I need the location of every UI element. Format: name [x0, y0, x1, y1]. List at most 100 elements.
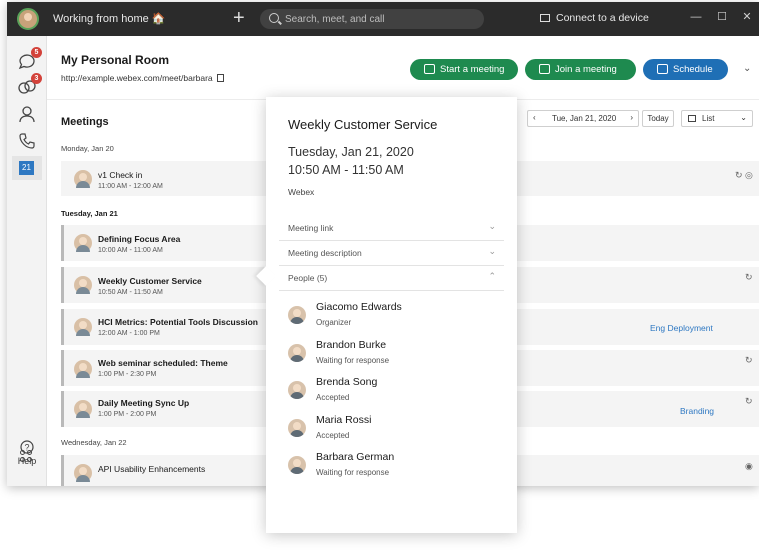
day-header: Tuesday, Jan 21 [61, 209, 118, 218]
messaging-nav[interactable]: 5 [17, 47, 42, 71]
avatar [74, 276, 92, 294]
popover-time: 10:50 AM - 11:50 AM [288, 163, 404, 177]
meeting-status-bar [61, 455, 64, 486]
user-status[interactable]: Working from home 🏠 [53, 12, 166, 25]
previous-day-button[interactable]: ‹ [533, 113, 536, 122]
meeting-time: 10:50 AM - 11:50 AM [98, 289, 163, 296]
meeting-description-section[interactable]: Meeting description ⌄ [279, 241, 504, 266]
list-icon [688, 115, 696, 122]
meeting-title: Web seminar scheduled: Theme [98, 358, 228, 368]
meeting-title: Weekly Customer Service [98, 276, 202, 286]
attendee-item[interactable]: Brandon Burke Waiting for response [288, 339, 498, 375]
phone-icon [19, 133, 35, 149]
meeting-time: 12:00 AM - 1:00 PM [98, 330, 160, 337]
screen-icon [540, 14, 550, 22]
meeting-tag[interactable]: Branding [680, 406, 714, 416]
copy-icon[interactable] [216, 74, 224, 82]
meeting-link-section[interactable]: Meeting link ⌄ [279, 216, 504, 241]
search-input[interactable] [285, 12, 475, 26]
calendar-icon: 21 [19, 161, 34, 175]
help-button[interactable]: ? Help [7, 440, 47, 466]
attendee-item[interactable]: Maria Rossi Accepted [288, 414, 498, 450]
avatar [288, 344, 306, 362]
chevron-down-icon: ⌄ [488, 246, 496, 256]
navigation-rail: 5 3 21 ? Help [7, 36, 47, 486]
avatar [74, 234, 92, 252]
teams-badge: 3 [31, 73, 42, 84]
people-label: People (5) [288, 273, 328, 283]
maximize-button[interactable]: ☐ [715, 10, 729, 24]
people-section[interactable]: People (5) ⌃ [279, 266, 504, 291]
view-select-value: List [702, 114, 715, 123]
schedule-button[interactable]: Schedule [643, 59, 728, 80]
view-select[interactable]: List ⌄ [681, 110, 753, 127]
schedule-label: Schedule [673, 64, 713, 75]
avatar [74, 360, 92, 378]
attendee-item[interactable]: Giacomo Edwards Organizer [288, 301, 498, 337]
meeting-title: Defining Focus Area [98, 234, 181, 244]
chevron-up-icon: ⌃ [488, 271, 496, 281]
connect-device-label: Connect to a device [556, 12, 649, 24]
join-meeting-button[interactable]: Join a meeting [525, 59, 636, 80]
chevron-down-icon[interactable]: ⌄ [743, 63, 751, 74]
close-button[interactable]: ✕ [740, 10, 754, 24]
connect-device-button[interactable]: Connect to a device [540, 12, 649, 24]
today-button[interactable]: Today [642, 110, 674, 127]
messaging-badge: 5 [31, 47, 42, 58]
attendee-status: Accepted [316, 393, 350, 402]
user-avatar[interactable] [17, 8, 39, 30]
popover-provider: Webex [288, 187, 315, 197]
join-meeting-label: Join a meeting [555, 64, 617, 75]
join-icon [539, 64, 550, 74]
attendee-name: Brandon Burke [316, 339, 387, 351]
attendee-name: Barbara German [316, 451, 395, 463]
meeting-status-bar [61, 391, 64, 427]
help-icon: ? [20, 440, 34, 454]
attendee-status: Waiting for response [316, 356, 390, 365]
meeting-time: 11:00 AM - 12:00 AM [98, 183, 163, 190]
room-title: My Personal Room [61, 53, 170, 67]
meeting-title: HCI Metrics: Potential Tools Discussion [98, 317, 258, 327]
meetings-nav[interactable]: 21 [12, 156, 42, 180]
attendee-item[interactable]: Brenda Song Accepted [288, 376, 498, 412]
day-header: Wednesday, Jan 22 [61, 438, 127, 447]
avatar [288, 456, 306, 474]
avatar [74, 318, 92, 336]
current-date: Tue, Jan 21, 2020 [552, 114, 617, 123]
recurring-icon: ↻ [745, 355, 753, 365]
person-icon [19, 106, 35, 123]
calls-nav[interactable] [17, 131, 37, 151]
attendee-item[interactable]: Barbara German Waiting for response [288, 451, 498, 487]
attendee-name: Giacomo Edwards [316, 301, 402, 313]
status-dot-icon: ◉ [745, 461, 753, 471]
plus-icon[interactable]: + [233, 8, 245, 28]
meeting-status-bar [61, 309, 64, 345]
recurring-icon: ↻ ◎ [735, 170, 753, 180]
meeting-title: API Usability Enhancements [98, 464, 206, 474]
next-day-button[interactable]: › [630, 113, 633, 122]
meeting-time: 1:00 PM - 2:30 PM [98, 371, 157, 378]
attendee-status: Organizer [316, 318, 352, 327]
title-bar: Working from home 🏠 + Connect to a devic… [7, 2, 759, 36]
help-label: Help [17, 456, 37, 466]
meeting-status-bar [61, 267, 64, 303]
recurring-icon: ↻ [745, 396, 753, 406]
teams-nav[interactable]: 3 [17, 73, 42, 97]
popover-date: Tuesday, Jan 21, 2020 [288, 145, 414, 159]
avatar [288, 306, 306, 324]
avatar [288, 419, 306, 437]
meeting-tag[interactable]: Eng Deployment [650, 323, 713, 333]
room-url: http://example.webex.com/meet/barbara [61, 73, 224, 83]
start-meeting-label: Start a meeting [440, 64, 505, 75]
popover-title: Weekly Customer Service [288, 117, 438, 132]
day-header: Monday, Jan 20 [61, 144, 114, 153]
meeting-time: 10:00 AM - 11:00 AM [98, 247, 163, 254]
attendee-name: Maria Rossi [316, 414, 372, 426]
minimize-button[interactable]: — [689, 10, 703, 24]
room-url-text: http://example.webex.com/meet/barbara [61, 73, 213, 83]
search-bar[interactable] [260, 9, 484, 29]
start-meeting-button[interactable]: Start a meeting [410, 59, 518, 80]
contacts-nav[interactable] [17, 105, 37, 125]
avatar [74, 400, 92, 418]
date-navigator: ‹ Tue, Jan 21, 2020 › [527, 110, 639, 127]
